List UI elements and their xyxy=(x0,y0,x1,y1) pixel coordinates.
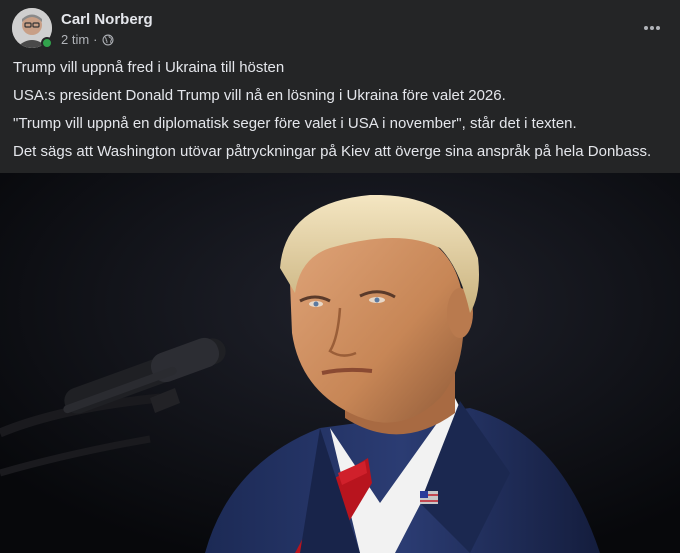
post-text: Trump vill uppnå fred i Ukraina till hös… xyxy=(13,58,673,170)
post-photo[interactable] xyxy=(0,173,680,553)
post-paragraph: "Trump vill uppnå en diplomatisk seger f… xyxy=(13,115,577,132)
post-photo-image xyxy=(0,173,680,553)
post-paragraph: Trump vill uppnå fred i Ukraina till hös… xyxy=(13,59,285,76)
author-name[interactable]: Carl Norberg xyxy=(61,11,153,28)
post-timestamp[interactable]: 2 tim xyxy=(61,32,89,47)
post-header: Carl Norberg 2 tim · xyxy=(0,0,680,54)
more-options-button[interactable] xyxy=(638,14,666,42)
post-meta: 2 tim · xyxy=(61,32,114,47)
online-status-indicator xyxy=(41,37,53,49)
post-paragraph: Det sägs att Washington utövar påtryckni… xyxy=(13,143,652,160)
more-options-icon xyxy=(644,26,660,30)
author-avatar-link[interactable] xyxy=(12,8,53,49)
post-paragraph: USA:s president Donald Trump vill nå en … xyxy=(13,87,506,104)
globe-icon[interactable] xyxy=(102,34,114,46)
post-card: Carl Norberg 2 tim · Trump vill uppnå fr… xyxy=(0,0,680,553)
meta-separator: · xyxy=(93,32,98,47)
